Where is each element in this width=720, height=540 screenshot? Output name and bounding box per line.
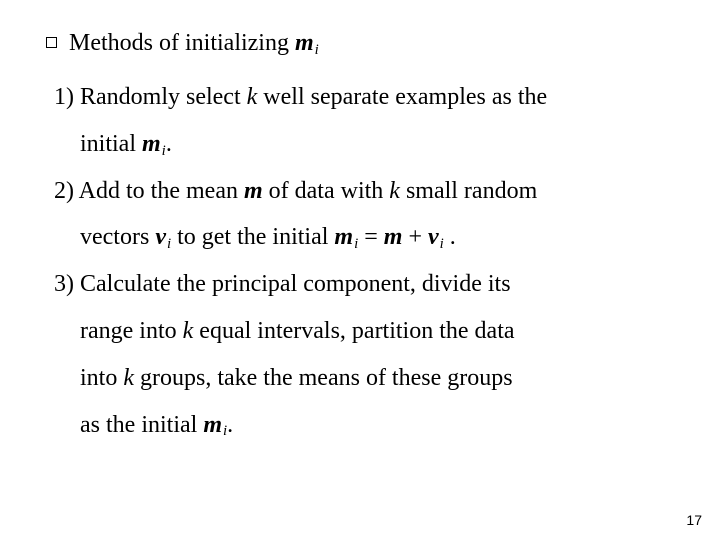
item3-lead: 3) bbox=[54, 271, 80, 297]
item2-l1c: small random bbox=[400, 178, 537, 204]
list-item-cont: into k groups, take the means of these g… bbox=[80, 355, 680, 402]
slide: Methods of initializing mi 1) Randomly s… bbox=[0, 0, 720, 540]
item3-l2b: equal intervals, partition the data bbox=[193, 318, 514, 344]
item3-k1: k bbox=[183, 318, 194, 344]
page-number: 17 bbox=[686, 512, 702, 528]
list-item-cont: as the initial mi. bbox=[80, 402, 680, 449]
item2-m: m bbox=[244, 178, 263, 204]
list-item-cont: initial mi. bbox=[80, 121, 680, 168]
item1-l1a: Randomly select bbox=[80, 84, 247, 110]
item2-l1a: Add to the mean bbox=[79, 178, 244, 204]
eq-m: m bbox=[334, 224, 353, 250]
item2-v: v bbox=[155, 224, 166, 250]
eq-eq: = bbox=[358, 224, 384, 250]
list-item-cont: range into k equal intervals, partition … bbox=[80, 308, 680, 355]
heading-row: Methods of initializing mi bbox=[46, 28, 680, 60]
item3-k2: k bbox=[123, 365, 134, 391]
eq-v: v bbox=[428, 224, 439, 250]
list-item-cont: vectors vi to get the initial mi = m + v… bbox=[80, 214, 680, 261]
item3-l4a: as the initial bbox=[80, 412, 203, 438]
item1-l2b: . bbox=[166, 131, 172, 157]
item3-l3a: into bbox=[80, 365, 123, 391]
item1-l1b: well separate examples as the bbox=[257, 84, 547, 110]
item3-l3b: groups, take the means of these groups bbox=[134, 365, 513, 391]
item2-l2b: to get the initial bbox=[171, 224, 334, 250]
item3-l1: Calculate the principal component, divid… bbox=[80, 271, 511, 297]
eq-plus: + bbox=[402, 224, 428, 250]
eq-m2: m bbox=[384, 224, 403, 250]
item2-l2a: vectors bbox=[80, 224, 155, 250]
item2-lead: 2) bbox=[54, 178, 79, 204]
item1-lead: 1) bbox=[54, 84, 80, 110]
heading-sym-i: i bbox=[314, 42, 319, 58]
item2-l2c: . bbox=[444, 224, 456, 250]
item2-l1b: of data with bbox=[263, 178, 390, 204]
item1-l2a: initial bbox=[80, 131, 142, 157]
bullet-square-icon bbox=[46, 37, 57, 48]
heading-sym-m: m bbox=[295, 30, 314, 56]
list-item: 3) Calculate the principal component, di… bbox=[54, 261, 680, 308]
item3-l2a: range into bbox=[80, 318, 183, 344]
list-item: 1) Randomly select k well separate examp… bbox=[54, 74, 680, 121]
list-item: 2) Add to the mean m of data with k smal… bbox=[54, 168, 680, 215]
item3-l4b: . bbox=[227, 412, 233, 438]
item1-k: k bbox=[247, 84, 258, 110]
heading-text: Methods of initializing bbox=[69, 30, 289, 56]
item1-m: m bbox=[142, 131, 161, 157]
item2-k: k bbox=[389, 178, 400, 204]
item3-m: m bbox=[203, 412, 222, 438]
